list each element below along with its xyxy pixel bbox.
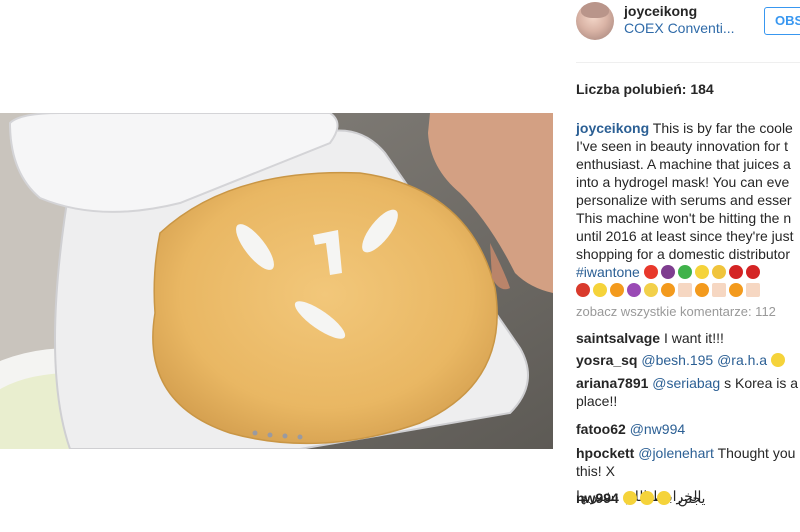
comment-text: s Korea is a bbox=[724, 375, 799, 391]
caption-line: into a hydrogel mask! You can eve bbox=[576, 174, 790, 190]
caption-line: personalize with serums and esser bbox=[576, 192, 792, 208]
caption-line: I've seen in beauty innovation for t bbox=[576, 138, 789, 154]
orange-emoji-icon bbox=[610, 283, 624, 297]
post-photo[interactable] bbox=[0, 113, 553, 449]
comment-mention[interactable]: @besh.195 @ra.h.a bbox=[641, 352, 767, 368]
post-header: joyceikong COEX Conventi... OBS bbox=[553, 0, 800, 42]
square-emoji-icon bbox=[712, 283, 726, 297]
post-location[interactable]: COEX Conventi... bbox=[624, 20, 735, 36]
caption-text: This is by far the coole bbox=[652, 120, 793, 136]
caption-line: shopping for a domestic distributor bbox=[576, 246, 790, 262]
comment-text: I want it!!! bbox=[663, 330, 724, 346]
watermelon-emoji-icon bbox=[677, 265, 692, 279]
header-divider bbox=[576, 62, 800, 63]
heart-eyes-emoji-icon bbox=[622, 491, 637, 505]
lemon-emoji-icon bbox=[694, 265, 709, 279]
corn-emoji-icon bbox=[711, 265, 726, 279]
smile-emoji-icon bbox=[771, 353, 785, 367]
comment-username[interactable]: saintsalvage bbox=[576, 330, 660, 346]
comment-item: ariana7891 @seriabag s Korea is a bbox=[576, 374, 798, 392]
cherry-emoji-icon bbox=[745, 265, 760, 279]
banana-emoji-icon bbox=[644, 283, 658, 297]
apple-emoji-icon bbox=[576, 283, 590, 297]
comment-username[interactable]: hpockett bbox=[576, 445, 634, 461]
post-sidebar: joyceikong COEX Conventi... OBS Liczba p… bbox=[553, 0, 800, 532]
comment-text: this! X bbox=[576, 463, 615, 479]
heart-eyes-emoji-icon bbox=[639, 491, 654, 505]
comment-text: يجنن bbox=[677, 490, 706, 506]
tomato-emoji-icon bbox=[643, 265, 658, 279]
face-emoji-icon bbox=[729, 283, 743, 297]
eggplant-emoji-icon bbox=[660, 265, 675, 279]
avatar[interactable] bbox=[576, 2, 614, 40]
square-emoji-icon bbox=[678, 283, 692, 297]
cherry-emoji-icon bbox=[728, 265, 743, 279]
comment-item: yosra_sq @besh.195 @ra.h.a bbox=[576, 351, 788, 369]
caption-line: joyceikong This is by far the coole bbox=[576, 119, 800, 137]
post-username[interactable]: joyceikong bbox=[624, 3, 697, 19]
hydrogel-mask-machine-image bbox=[0, 113, 553, 449]
comment-username[interactable]: fatoo62 bbox=[576, 421, 626, 437]
comment-item-nw994: nw994 يجنن bbox=[576, 489, 705, 507]
caption-hashtag-line: #iwantone bbox=[576, 263, 800, 281]
comment-mention[interactable]: @nw994 bbox=[630, 421, 685, 437]
view-all-comments-link[interactable]: zobacz wszystkie komentarze: 112 bbox=[576, 304, 776, 319]
face-emoji-icon bbox=[695, 283, 709, 297]
hashtag-link[interactable]: #iwantone bbox=[576, 264, 640, 280]
likes-count[interactable]: Liczba polubień: 184 bbox=[576, 81, 714, 97]
lemon-emoji-icon bbox=[593, 283, 607, 297]
comment-text: Thought you bbox=[717, 445, 796, 461]
comment-mention[interactable]: @seriabag bbox=[652, 375, 720, 391]
comment-text: place!! bbox=[576, 393, 618, 409]
comment-item: hpockett @jolenehart Thought you bbox=[576, 444, 795, 462]
caption-line: enthusiast. A machine that juices a bbox=[576, 156, 791, 172]
comment-username[interactable]: nw994 bbox=[576, 490, 619, 506]
caption-username[interactable]: joyceikong bbox=[576, 120, 649, 136]
comment-mention[interactable]: @jolenehart bbox=[638, 445, 714, 461]
comment-item: saintsalvage I want it!!! bbox=[576, 329, 724, 347]
comment-username[interactable]: ariana7891 bbox=[576, 375, 648, 391]
comment-continuation: place!! bbox=[576, 392, 617, 410]
comment-username[interactable]: yosra_sq bbox=[576, 352, 637, 368]
square-emoji-icon bbox=[746, 283, 760, 297]
comment-continuation: this! X bbox=[576, 462, 615, 480]
post-caption: joyceikong This is by far the coole I've… bbox=[576, 119, 800, 299]
face-emoji-icon bbox=[661, 283, 675, 297]
caption-line: This machine won't be hitting the n bbox=[576, 210, 792, 226]
follow-button[interactable]: OBS bbox=[764, 7, 800, 35]
caption-line: until 2016 at least since they're just bbox=[576, 228, 794, 244]
caption-emoji-line bbox=[576, 281, 800, 299]
comment-item: fatoo62 @nw994 bbox=[576, 420, 685, 438]
heart-eyes-emoji-icon bbox=[656, 491, 671, 505]
grape-emoji-icon bbox=[627, 283, 641, 297]
